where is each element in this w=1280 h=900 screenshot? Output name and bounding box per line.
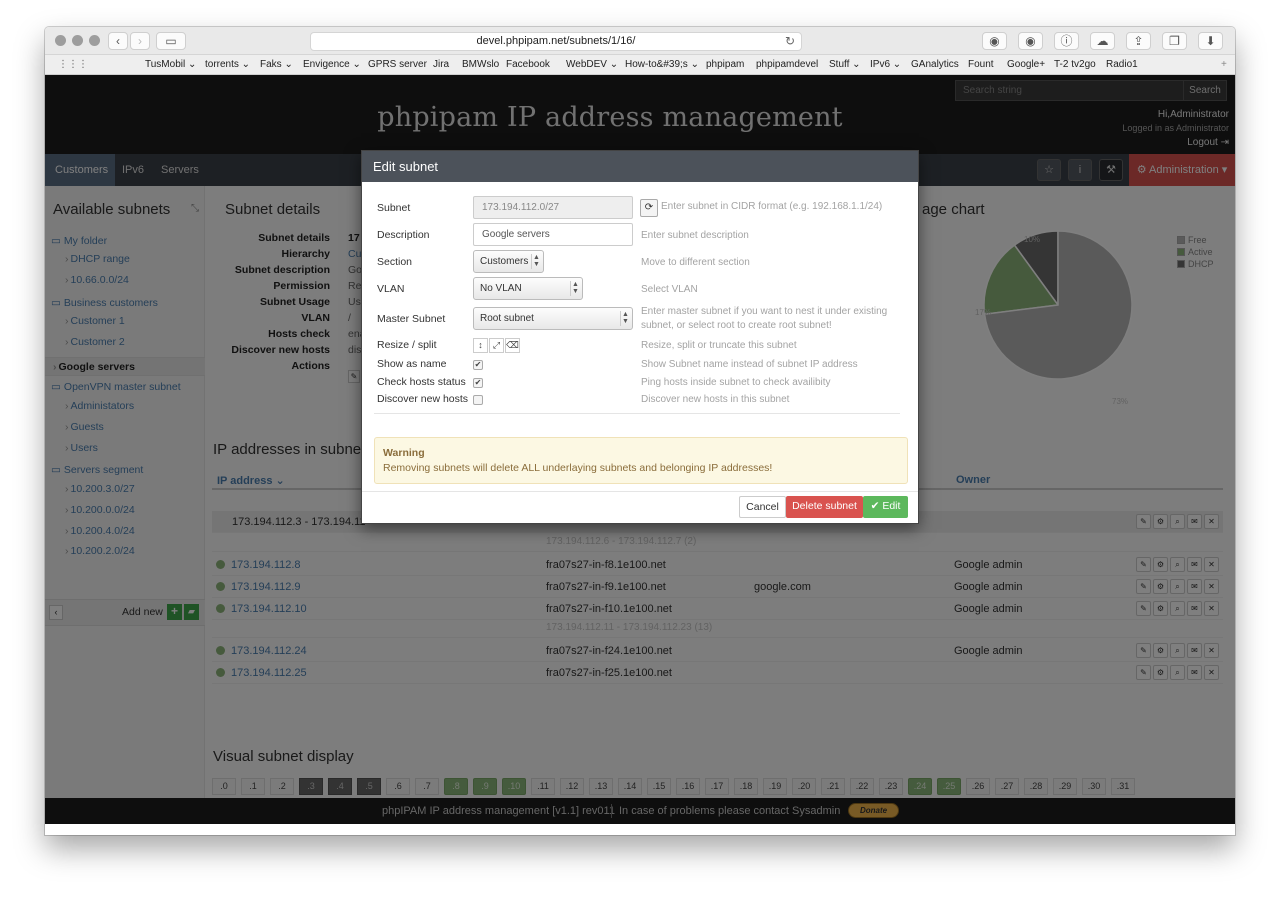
master-subnet-select[interactable]: Root subnet ▲ ▼ bbox=[473, 307, 633, 330]
show-name-label: Show as name bbox=[377, 358, 447, 370]
add-tab-icon[interactable]: + bbox=[1221, 59, 1227, 70]
subnet-label: Subnet bbox=[377, 202, 411, 214]
check-hosts-checkbox[interactable]: ✔ bbox=[473, 378, 483, 388]
bookmark-item[interactable]: Google+ bbox=[1007, 59, 1045, 70]
reload-icon[interactable]: ↻ bbox=[785, 33, 795, 50]
modal-title: Edit subnet bbox=[362, 151, 918, 182]
bookmark-item[interactable]: phpipam bbox=[706, 59, 744, 70]
bookmark-item[interactable]: phpipamdevel bbox=[756, 59, 818, 70]
forward-icon[interactable]: › bbox=[130, 32, 150, 50]
bookmark-item[interactable]: Facebook bbox=[506, 59, 550, 70]
edit-subnet-modal: Edit subnet Subnet 173.194.112.0/27 ⟳ En… bbox=[361, 150, 919, 524]
show-name-help: Show Subnet name instead of subnet IP ad… bbox=[641, 359, 858, 370]
bookmarks-bar: ⋮⋮⋮ TusMobil ⌄ torrents ⌄ Faks ⌄ Envigence … bbox=[45, 55, 1235, 75]
split-icon[interactable]: ⤢ bbox=[489, 338, 504, 353]
bookmark-item[interactable]: How-to&#39;s ⌄ bbox=[625, 59, 699, 70]
sidebar-toggle-icon[interactable]: ▭ bbox=[156, 32, 186, 50]
check-hosts-label: Check hosts status bbox=[377, 376, 466, 388]
section-help: Move to different section bbox=[641, 257, 750, 268]
bookmark-item[interactable]: Envigence ⌄ bbox=[303, 59, 361, 70]
info-icon[interactable]: ⓘ bbox=[1054, 32, 1079, 50]
show-name-checkbox[interactable]: ✔ bbox=[473, 360, 483, 370]
check-icon: ✔ bbox=[870, 500, 880, 512]
truncate-icon[interactable]: ⌫ bbox=[505, 338, 520, 353]
discover-help: Discover new hosts in this subnet bbox=[641, 394, 790, 405]
master-subnet-label: Master Subnet bbox=[377, 313, 446, 325]
resize-icon[interactable]: ↕ bbox=[473, 338, 488, 353]
address-bar[interactable]: devel.phpipam.net/subnets/1/16/↻ bbox=[310, 32, 802, 51]
bookmark-item[interactable]: WebDEV ⌄ bbox=[566, 59, 618, 70]
bookmark-item[interactable]: Fount bbox=[968, 59, 994, 70]
discover-checkbox[interactable] bbox=[473, 395, 483, 405]
bookmark-item[interactable]: GPRS server bbox=[368, 59, 427, 70]
description-help: Enter subnet description bbox=[641, 230, 749, 241]
bookmark-item[interactable]: Faks ⌄ bbox=[260, 59, 293, 70]
warning-box: Warning Removing subnets will delete ALL… bbox=[374, 437, 908, 484]
bookmark-item[interactable]: Jira bbox=[433, 59, 449, 70]
delete-subnet-button[interactable]: Delete subnet bbox=[786, 496, 863, 518]
browser-window: ‹ › ▭ devel.phpipam.net/subnets/1/16/↻ ◉… bbox=[45, 27, 1235, 835]
warning-text: Removing subnets will delete ALL underla… bbox=[383, 462, 773, 474]
bookmark-item[interactable]: TusMobil ⌄ bbox=[145, 59, 196, 70]
back-icon[interactable]: ‹ bbox=[108, 32, 128, 50]
cancel-button[interactable]: Cancel bbox=[739, 496, 786, 518]
discover-label: Discover new hosts bbox=[377, 393, 469, 405]
refresh-icon[interactable]: ⟳ bbox=[640, 199, 658, 217]
vlan-help: Select VLAN bbox=[641, 284, 698, 295]
extension-1-icon[interactable]: ◉ bbox=[982, 32, 1007, 50]
warning-title: Warning bbox=[383, 447, 425, 459]
close-window-button[interactable] bbox=[55, 35, 66, 46]
section-label: Section bbox=[377, 256, 413, 268]
tabs-icon[interactable]: ❐ bbox=[1162, 32, 1187, 50]
browser-toolbar: ‹ › ▭ devel.phpipam.net/subnets/1/16/↻ ◉… bbox=[45, 27, 1235, 55]
description-field[interactable]: Google servers bbox=[473, 223, 633, 246]
resize-label: Resize / split bbox=[377, 339, 437, 351]
master-subnet-help: Enter master subnet if you want to nest … bbox=[641, 306, 888, 331]
subnet-help: Enter subnet in CIDR format (e.g. 192.16… bbox=[661, 201, 883, 212]
vlan-select[interactable]: No VLAN ▲ ▼ bbox=[473, 277, 583, 300]
minimize-window-button[interactable] bbox=[72, 35, 83, 46]
bookmark-item[interactable]: Stuff ⌄ bbox=[829, 59, 861, 70]
extension-2-icon[interactable]: ◉ bbox=[1018, 32, 1043, 50]
resize-help: Resize, split or truncate this subnet bbox=[641, 340, 797, 351]
grid-icon[interactable]: ⋮⋮⋮ bbox=[58, 59, 88, 70]
edit-button[interactable]: ✔ Edit bbox=[863, 496, 908, 518]
description-label: Description bbox=[377, 229, 430, 241]
vlan-label: VLAN bbox=[377, 283, 405, 295]
bookmark-item[interactable]: Radio1 bbox=[1106, 59, 1138, 70]
subnet-field[interactable]: 173.194.112.0/27 bbox=[473, 196, 633, 219]
zoom-window-button[interactable] bbox=[89, 35, 100, 46]
share-icon[interactable]: ⇪ bbox=[1126, 32, 1151, 50]
bookmark-item[interactable]: torrents ⌄ bbox=[205, 59, 250, 70]
bookmark-item[interactable]: BMWslo bbox=[462, 59, 499, 70]
bookmark-item[interactable]: GAnalytics bbox=[911, 59, 959, 70]
cloud-icon[interactable]: ☁ bbox=[1090, 32, 1115, 50]
check-hosts-help: Ping hosts inside subnet to check availi… bbox=[641, 377, 831, 388]
bookmark-item[interactable]: IPv6 ⌄ bbox=[870, 59, 901, 70]
section-select[interactable]: Customers ▲ ▼ bbox=[473, 250, 544, 273]
bookmark-item[interactable]: T-2 tv2go bbox=[1054, 59, 1096, 70]
download-icon[interactable]: ⬇ bbox=[1198, 32, 1223, 50]
